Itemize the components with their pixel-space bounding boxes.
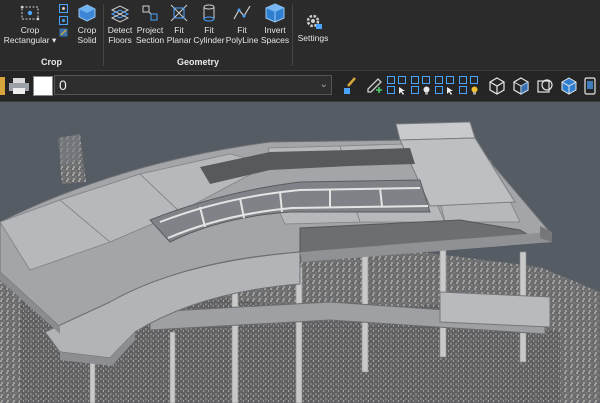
- fit-polyline-label: Fit: [237, 25, 247, 35]
- crop-solid-button[interactable]: Crop Solid: [73, 2, 101, 45]
- select-tools-3[interactable]: [435, 76, 455, 95]
- select-tools-2[interactable]: [411, 76, 431, 95]
- fit-polyline-label-2: PolyLine: [225, 35, 259, 45]
- select-box-icon[interactable]: [422, 76, 430, 84]
- select-box-icon[interactable]: [470, 76, 478, 84]
- crop-mini-tools: [59, 4, 68, 37]
- bulb-icon[interactable]: [422, 86, 431, 95]
- crop-group: Crop Rectangular ▾ Crop Solid Crop: [0, 0, 103, 70]
- crop-outside-icon[interactable]: [59, 16, 68, 25]
- ribbon-separator: [292, 4, 293, 66]
- crop-solid-label-2: Solid: [77, 35, 97, 45]
- color-swatch[interactable]: [33, 76, 53, 96]
- device-icon[interactable]: [583, 76, 597, 96]
- fit-cylinder-label-2: Cylinder: [193, 35, 225, 45]
- layer-state-icon[interactable]: [0, 77, 5, 95]
- detect-floors-label: Detect: [107, 25, 133, 35]
- 3d-viewport[interactable]: [0, 102, 600, 403]
- crop-rectangular-label: Crop: [20, 25, 40, 35]
- chevron-down-icon: ⌄: [319, 79, 328, 90]
- detect-floors-button[interactable]: Detect Floors: [105, 2, 135, 45]
- project-section-label: Project: [136, 25, 164, 35]
- select-box-icon[interactable]: [387, 76, 395, 84]
- crop-rectangular-icon: [20, 5, 40, 21]
- crop-solid-label: Crop: [77, 25, 97, 35]
- select-box-icon[interactable]: [459, 76, 467, 84]
- crop-solid-icon: [78, 4, 96, 22]
- fit-cylinder-icon: [203, 4, 215, 22]
- settings-button[interactable]: Settings: [295, 10, 331, 43]
- select-box-icon[interactable]: [411, 76, 419, 84]
- bulb-icon[interactable]: [470, 86, 479, 95]
- select-box-icon[interactable]: [435, 76, 443, 84]
- select-box-icon[interactable]: [446, 76, 454, 84]
- crop-inside-icon[interactable]: [59, 4, 68, 13]
- layer-dropdown[interactable]: 0 ⌄: [54, 75, 332, 95]
- cube-shaded-icon[interactable]: [511, 76, 531, 96]
- invert-spaces-button[interactable]: Invert Spaces: [259, 2, 291, 45]
- select-box-icon[interactable]: [459, 86, 467, 94]
- fit-polyline-button[interactable]: Fit PolyLine: [225, 2, 259, 45]
- cube-outline-icon[interactable]: [487, 76, 507, 96]
- geometry-group-title: Geometry: [176, 57, 220, 67]
- select-box-icon[interactable]: [435, 86, 443, 94]
- select-box-icon[interactable]: [387, 86, 395, 94]
- fit-planar-label: Fit: [174, 25, 184, 35]
- detect-floors-icon: [110, 5, 130, 23]
- crop-reset-icon[interactable]: [59, 28, 68, 37]
- layer-value: 0: [59, 77, 67, 93]
- crop-rectangular-label-2: Rectangular ▾: [3, 35, 57, 45]
- invert-spaces-icon: [265, 3, 285, 23]
- point-cloud-building-render: [0, 121, 600, 403]
- cube-grid-icon[interactable]: [559, 76, 579, 96]
- fit-polyline-icon: [233, 5, 251, 20]
- cursor-icon[interactable]: [446, 86, 455, 95]
- select-tools-1[interactable]: [387, 76, 407, 95]
- eyedropper-icon[interactable]: [364, 76, 384, 96]
- geometry-group: Detect Floors Project Section Fit Planar: [104, 0, 292, 70]
- select-tools-4[interactable]: [459, 76, 479, 95]
- crop-group-title: Crop: [41, 57, 62, 67]
- project-section-label-2: Section: [135, 35, 165, 45]
- fit-planar-icon: [170, 4, 188, 22]
- fit-cylinder-label: Fit: [204, 25, 214, 35]
- project-section-icon: [142, 5, 158, 21]
- detect-floors-label-2: Floors: [108, 35, 132, 45]
- invert-spaces-label: Invert: [264, 25, 286, 35]
- fit-planar-label-2: Planar: [166, 35, 192, 45]
- gear-icon: [306, 14, 322, 29]
- fit-planar-button[interactable]: Fit Planar: [166, 2, 192, 45]
- select-box-icon[interactable]: [398, 76, 406, 84]
- project-section-button[interactable]: Project Section: [134, 2, 166, 45]
- invert-spaces-label-2: Spaces: [260, 35, 290, 45]
- fit-cylinder-button[interactable]: Fit Cylinder: [193, 2, 225, 45]
- properties-toolbar: 0 ⌄: [0, 71, 600, 102]
- settings-label: Settings: [297, 33, 329, 43]
- brush-icon[interactable]: [340, 76, 360, 96]
- ribbon: Crop Rectangular ▾ Crop Solid Crop Detec…: [0, 0, 600, 71]
- cursor-icon[interactable]: [398, 86, 407, 95]
- section-box-icon[interactable]: [535, 76, 555, 96]
- crop-rectangular-button[interactable]: Crop Rectangular ▾: [4, 2, 56, 45]
- select-box-icon[interactable]: [411, 86, 419, 94]
- printer-icon[interactable]: [8, 77, 30, 95]
